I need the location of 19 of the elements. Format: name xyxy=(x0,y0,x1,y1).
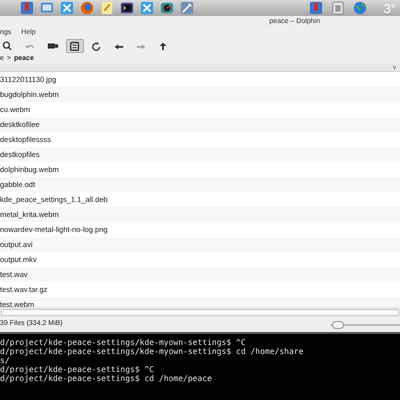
preview-icon xyxy=(68,40,82,52)
globe-icon[interactable] xyxy=(79,1,95,15)
preview-button[interactable] xyxy=(66,39,84,53)
window-icon[interactable] xyxy=(59,1,75,15)
trash-icon[interactable] xyxy=(330,1,346,15)
monitor-icon[interactable] xyxy=(39,1,55,15)
terminal-line: d/project/kde-peace-settings/kde-myown-settings$ cd /home/share xyxy=(0,347,304,356)
terminal-line: d/project/kde-peace-settings/kde-myown-settings$ ^C xyxy=(0,338,247,347)
globe-icon[interactable] xyxy=(352,1,368,15)
terminal-line: d/project/kde-peace-settings$ cd /home/peace xyxy=(0,374,213,383)
bookmark-icon[interactable] xyxy=(308,1,324,15)
bookmark-icon[interactable] xyxy=(19,1,35,15)
temperature-text: 3° xyxy=(384,2,396,14)
terminal-icon[interactable] xyxy=(119,1,135,15)
terminal-line: s/ xyxy=(0,356,11,365)
slider-thumb[interactable] xyxy=(332,320,344,328)
terminal-line: d/project/kde-peace-settings$ ^C xyxy=(0,365,156,374)
gauge-icon[interactable] xyxy=(159,1,175,15)
horizontal-scrollbar[interactable] xyxy=(1,308,399,316)
